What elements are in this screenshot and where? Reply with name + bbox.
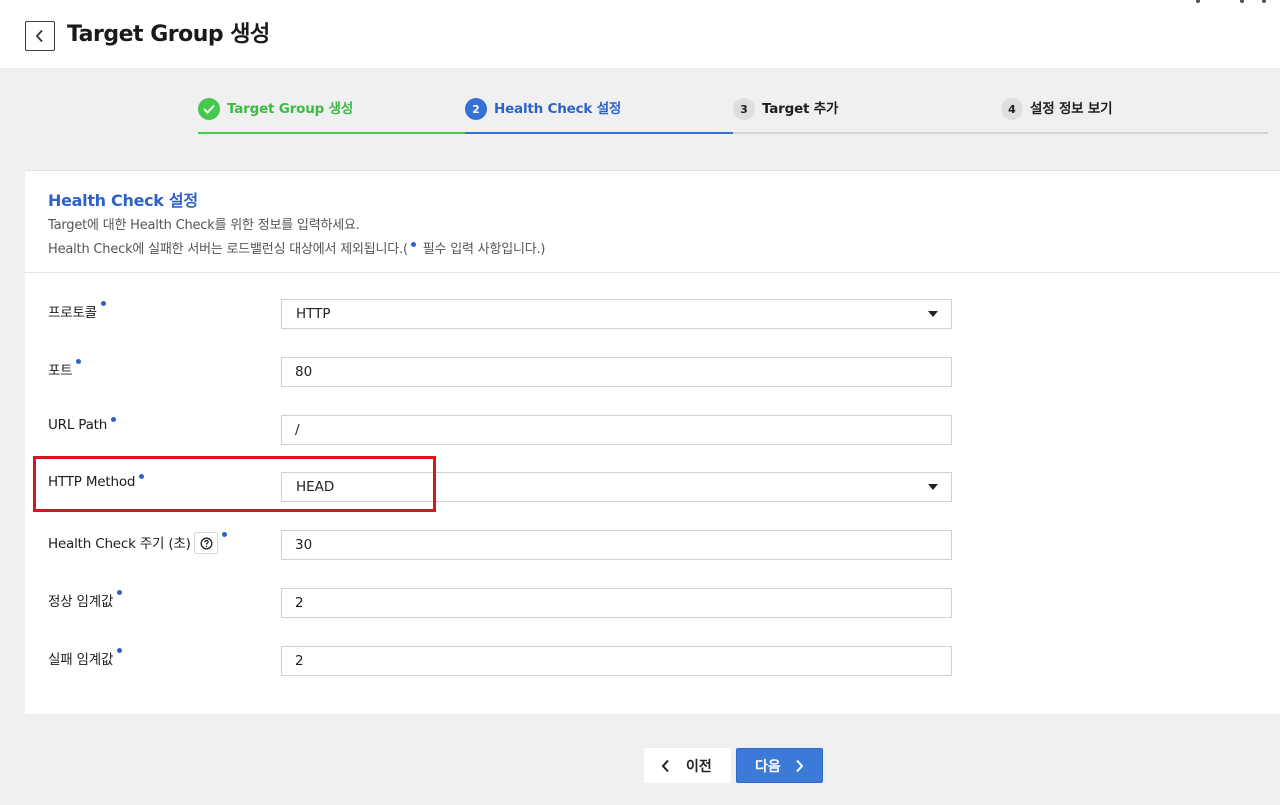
required-indicator-icon [117,648,123,653]
chevron-left-icon [35,29,43,43]
protocol-row: 프로토콜 HTTP [25,299,1280,329]
unhealthy-threshold-label: 실패 임계값 [48,648,123,668]
port-row: 포트 80 [25,357,1280,387]
step-health-check: 2 Health Check 설정 [465,98,733,134]
port-label: 포트 [48,359,82,379]
step-summary: 4 설정 정보 보기 [1001,98,1268,134]
section-title: Health Check 설정 [48,191,198,210]
required-indicator-icon [117,590,123,595]
step-number: 2 [465,98,487,120]
unhealthy-threshold-row: 실패 임계값 2 [25,646,1280,676]
top-bar: Target Group 생성 [0,0,1280,68]
section-header: Health Check 설정 Target에 대한 Health Check를… [25,171,1280,273]
step-number: 3 [733,98,755,120]
interval-input[interactable]: 30 [281,530,952,560]
step-target-group: Target Group 생성 [198,98,465,134]
toolbar-fragment [1196,0,1266,4]
section-note: Health Check에 실패한 서버는 로드밸런싱 대상에서 제외됩니다.(… [48,238,545,257]
interval-row: Health Check 주기 (초) 30 [25,530,1280,560]
unhealthy-threshold-input[interactable]: 2 [281,646,952,676]
chevron-left-icon [661,759,669,772]
check-icon [198,98,220,120]
health-check-form-card: Health Check 설정 Target에 대한 Health Check를… [25,170,1280,714]
url-path-label: URL Path [48,417,117,433]
healthy-threshold-label: 정상 임계값 [48,590,123,610]
help-button[interactable] [193,532,218,554]
note-text: 필수 입력 사항입니다.) [418,242,546,257]
dropdown-caret-icon [928,311,938,317]
required-indicator-icon [100,301,106,306]
prev-button[interactable]: 이전 [644,748,731,783]
step-label: Target 추가 [762,101,839,117]
note-text: Health Check에 실패한 서버는 로드밸런싱 대상에서 제외됩니다.( [48,242,408,257]
required-indicator-icon [111,417,117,422]
annotation-highlight-box [33,456,436,512]
section-description: Target에 대한 Health Check를 위한 정보를 입력하세요. [48,218,360,233]
required-indicator-icon [76,359,82,364]
required-indicator-icon [410,242,416,247]
step-number: 4 [1001,98,1023,120]
healthy-threshold-row: 정상 임계값 2 [25,588,1280,618]
next-button[interactable]: 다음 [736,748,823,783]
step-target-add: 3 Target 추가 [733,98,1001,134]
prev-button-label: 이전 [686,758,712,775]
next-button-label: 다음 [755,758,781,775]
step-label: 설정 정보 보기 [1030,101,1113,117]
wizard-stepper: Target Group 생성 2 Health Check 설정 3 Targ… [198,98,1268,136]
required-indicator-icon [221,532,227,537]
step-label: Target Group 생성 [227,101,354,117]
step-label: Health Check 설정 [494,101,622,117]
protocol-label: 프로토콜 [48,301,106,321]
dropdown-caret-icon [928,484,938,490]
chevron-right-icon [796,759,804,772]
question-icon [200,537,213,550]
url-path-input[interactable]: / [281,415,952,445]
back-button[interactable] [25,21,55,51]
page-title: Target Group 생성 [67,22,270,47]
healthy-threshold-input[interactable]: 2 [281,588,952,618]
interval-label: Health Check 주기 (초) [48,532,227,555]
url-path-row: URL Path / [25,415,1280,445]
port-input[interactable]: 80 [281,357,952,387]
protocol-select[interactable]: HTTP [281,299,952,329]
